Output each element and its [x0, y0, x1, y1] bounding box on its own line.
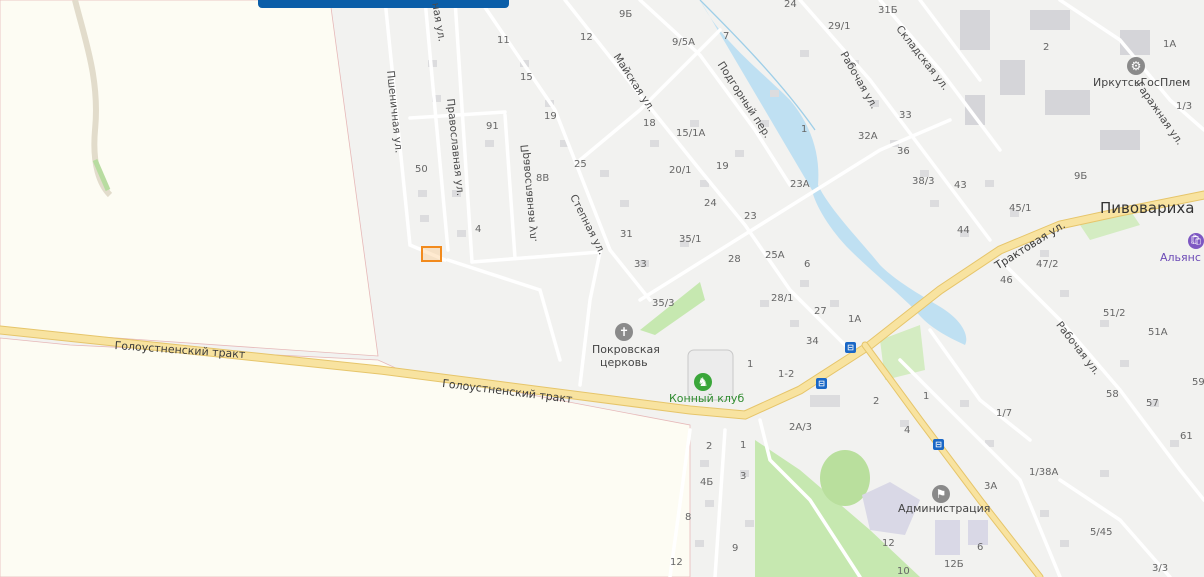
house-number: 19 [716, 161, 729, 172]
house-number: 24 [704, 198, 717, 209]
house-number: 12 [882, 538, 895, 549]
house-number: 33 [634, 259, 647, 270]
house-number: 33 [899, 110, 912, 121]
house-number: 12Б [944, 559, 964, 570]
house-number: 35/1 [679, 234, 702, 245]
house-number: 46 [1000, 275, 1013, 286]
poi-horse-club[interactable]: Конный клуб [669, 393, 744, 404]
house-number: 1-2 [778, 369, 795, 380]
house-number: 44 [957, 225, 970, 236]
bus-stop-icon[interactable]: ⊟ [816, 378, 827, 389]
house-number: 9/5А [672, 37, 695, 48]
house-number: 8В [536, 173, 550, 184]
house-number: 2А/3 [789, 422, 812, 433]
field-south [0, 337, 691, 577]
horse-icon[interactable]: ♞ [694, 373, 712, 391]
house-number: 32А [858, 131, 878, 142]
map-canvas [0, 0, 1204, 577]
top-banner[interactable] [258, 0, 509, 8]
house-number: 57 [1146, 398, 1159, 409]
house-number: 25А [765, 250, 785, 261]
house-number: 7 [723, 31, 730, 42]
house-number: 4 [475, 224, 482, 235]
house-number: 3/3 [1152, 563, 1169, 574]
stadium [820, 450, 870, 506]
house-number: 1/7 [996, 408, 1013, 419]
house-number: 19 [544, 111, 557, 122]
house-number: 1 [923, 391, 930, 402]
house-number: 3А [984, 481, 998, 492]
house-number: 36 [897, 146, 910, 157]
house-number: 28/1 [771, 293, 794, 304]
house-number: 6 [977, 542, 984, 553]
house-number: 23А [790, 179, 810, 190]
house-number: 34 [806, 336, 819, 347]
house-number: 4 [904, 425, 911, 436]
selected-plot-marker[interactable] [421, 246, 442, 262]
bus-stop-icon[interactable]: ⊟ [933, 439, 944, 450]
house-number: 12 [580, 32, 593, 43]
house-number: 4Б [700, 477, 714, 488]
house-number: 35/3 [652, 298, 675, 309]
house-number: 29/1 [828, 21, 851, 32]
house-number: 31 [620, 229, 633, 240]
house-number: 47/2 [1036, 259, 1059, 270]
map-view[interactable]: Голоустненский тракт Голоустненский трак… [0, 0, 1204, 577]
house-number: 1 [740, 440, 747, 451]
house-number: 15/1А [676, 128, 706, 139]
house-number: 28 [728, 254, 741, 265]
shop-icon[interactable]: 🛍 [1188, 233, 1204, 249]
house-number: 2 [1043, 42, 1050, 53]
village-label[interactable]: Пивовариха [1100, 201, 1194, 216]
church-icon[interactable]: ✝ [615, 323, 633, 341]
house-number: 61 [1180, 431, 1193, 442]
poi-admin[interactable]: Администрация [898, 503, 990, 514]
flag-icon[interactable]: ⚑ [932, 485, 950, 503]
house-number: 6 [804, 259, 811, 270]
house-number: 1 [801, 124, 808, 135]
house-number: 9Б [1074, 171, 1088, 182]
house-number: 9 [732, 543, 739, 554]
house-number: 50 [415, 164, 428, 175]
house-number: 15 [520, 72, 533, 83]
house-number: 2 [706, 441, 713, 452]
poi-alliance[interactable]: Альянс Н [1160, 252, 1204, 263]
house-number: 23 [744, 211, 757, 222]
house-number: 58 [1106, 389, 1119, 400]
house-number: 59 [1192, 377, 1204, 388]
house-number: 11 [497, 35, 510, 46]
house-number: 24 [784, 0, 797, 10]
field-west [0, 0, 379, 357]
house-number: 1/38А [1029, 467, 1059, 478]
house-number: 9Б [619, 9, 633, 20]
poi-irkutsk-gos-plem[interactable]: ИркутскГосПлем [1093, 77, 1190, 88]
house-number: 25 [574, 159, 587, 170]
house-number: 27 [814, 306, 827, 317]
house-number: 1А [1163, 39, 1177, 50]
house-number: 1 [747, 359, 754, 370]
house-number: 20/1 [669, 165, 692, 176]
house-number: 43 [954, 180, 967, 191]
house-number: 3 [740, 471, 747, 482]
poi-church-line1[interactable]: Покровская [592, 344, 660, 355]
house-number: 91 [486, 121, 499, 132]
house-number: 12 [670, 557, 683, 568]
house-number: 51А [1148, 327, 1168, 338]
factory-icon[interactable]: ⚙ [1127, 57, 1145, 75]
poi-church-line2[interactable]: церковь [600, 357, 648, 368]
house-number: 31Б [878, 5, 898, 16]
house-number: 1/3 [1176, 101, 1193, 112]
house-number: 38/3 [912, 176, 935, 187]
house-number: 1А [848, 314, 862, 325]
bus-stop-icon[interactable]: ⊟ [845, 342, 856, 353]
house-number: 8 [685, 512, 692, 523]
house-number: 5/45 [1090, 527, 1113, 538]
house-number: 2 [873, 396, 880, 407]
house-number: 10 [897, 566, 910, 577]
house-number: 45/1 [1009, 203, 1032, 214]
house-number: 51/2 [1103, 308, 1126, 319]
house-number: 18 [643, 118, 656, 129]
